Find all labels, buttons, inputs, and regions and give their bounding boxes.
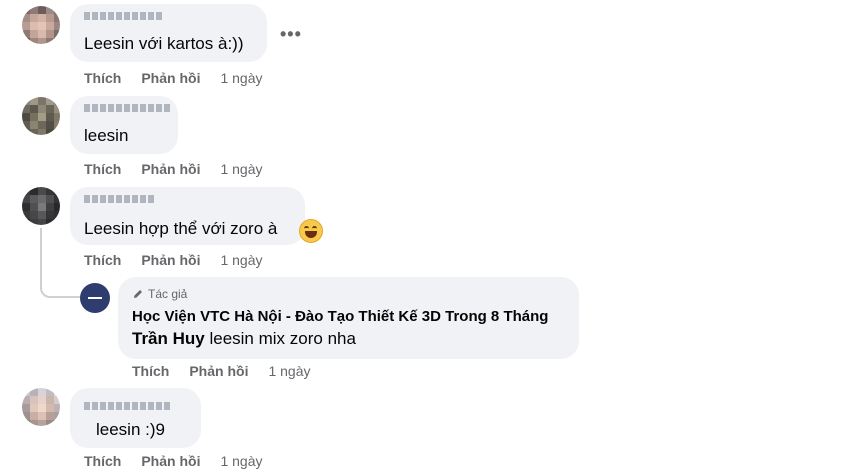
author-badge: Tác giả: [132, 287, 187, 301]
like-button[interactable]: Thích: [132, 363, 169, 379]
commenter-avatar[interactable]: [22, 388, 60, 426]
reply-text: leesin mix zoro nha: [204, 329, 356, 348]
reply-text-line: Trần Huy leesin mix zoro nha: [132, 329, 356, 349]
commenter-name-redacted[interactable]: [84, 12, 162, 22]
comment-timestamp[interactable]: 1 ngày: [220, 161, 262, 177]
commenter-name-redacted[interactable]: [84, 195, 154, 205]
comment-bubble: leesin: [70, 96, 178, 154]
commenter-avatar[interactable]: [22, 97, 60, 135]
reply-button[interactable]: Phản hồi: [141, 161, 200, 177]
like-button[interactable]: Thích: [84, 70, 121, 86]
commenter-avatar[interactable]: [22, 6, 60, 44]
comment-timestamp[interactable]: 1 ngày: [220, 70, 262, 86]
reply-actions: Thích Phản hồi 1 ngày: [132, 363, 311, 379]
comment-text: Leesin hợp thể với zoro à: [84, 219, 278, 238]
author-label: Tác giả: [148, 287, 188, 301]
comment-bubble: Leesin hợp thể với zoro à: [70, 187, 305, 245]
comment-bubble: Leesin với kartos à:)): [70, 4, 267, 62]
mention-link[interactable]: Trần Huy: [132, 329, 205, 348]
comment-text: leesin: [84, 126, 129, 145]
more-options-icon[interactable]: •••: [280, 24, 302, 45]
page-avatar[interactable]: [80, 283, 110, 313]
page-name-link[interactable]: Học Viện VTC Hà Nội - Đào Tạo Thiết Kế 3…: [132, 308, 548, 325]
like-button[interactable]: Thích: [84, 252, 121, 268]
grinning-squinting-face-icon: [299, 219, 323, 243]
comment-actions: Thích Phản hồi 1 ngày: [84, 70, 263, 86]
reply-button[interactable]: Phản hồi: [141, 252, 200, 268]
like-button[interactable]: Thích: [84, 161, 121, 177]
comment-actions: Thích Phản hồi 1 ngày: [84, 252, 263, 268]
pencil-icon: [134, 290, 142, 298]
commenter-name-redacted[interactable]: [84, 402, 170, 412]
comment-actions: Thích Phản hồi 1 ngày: [84, 453, 263, 469]
comment-text: leesin :)9: [96, 420, 165, 439]
reply-button[interactable]: Phản hồi: [141, 453, 200, 469]
commenter-name-redacted[interactable]: [84, 104, 170, 114]
reply-button[interactable]: Phản hồi: [141, 70, 200, 86]
reply-button[interactable]: Phản hồi: [189, 363, 248, 379]
comment-timestamp[interactable]: 1 ngày: [220, 252, 262, 268]
like-button[interactable]: Thích: [84, 453, 121, 469]
commenter-avatar[interactable]: [22, 187, 60, 225]
comment-timestamp[interactable]: 1 ngày: [220, 453, 262, 469]
comment-timestamp[interactable]: 1 ngày: [268, 363, 310, 379]
reply-bubble: Tác giả Học Viện VTC Hà Nội - Đào Tạo Th…: [118, 277, 579, 359]
comment-text: Leesin với kartos à:)): [84, 34, 244, 53]
comment-actions: Thích Phản hồi 1 ngày: [84, 161, 263, 177]
comment-bubble: leesin :)9: [70, 388, 201, 448]
